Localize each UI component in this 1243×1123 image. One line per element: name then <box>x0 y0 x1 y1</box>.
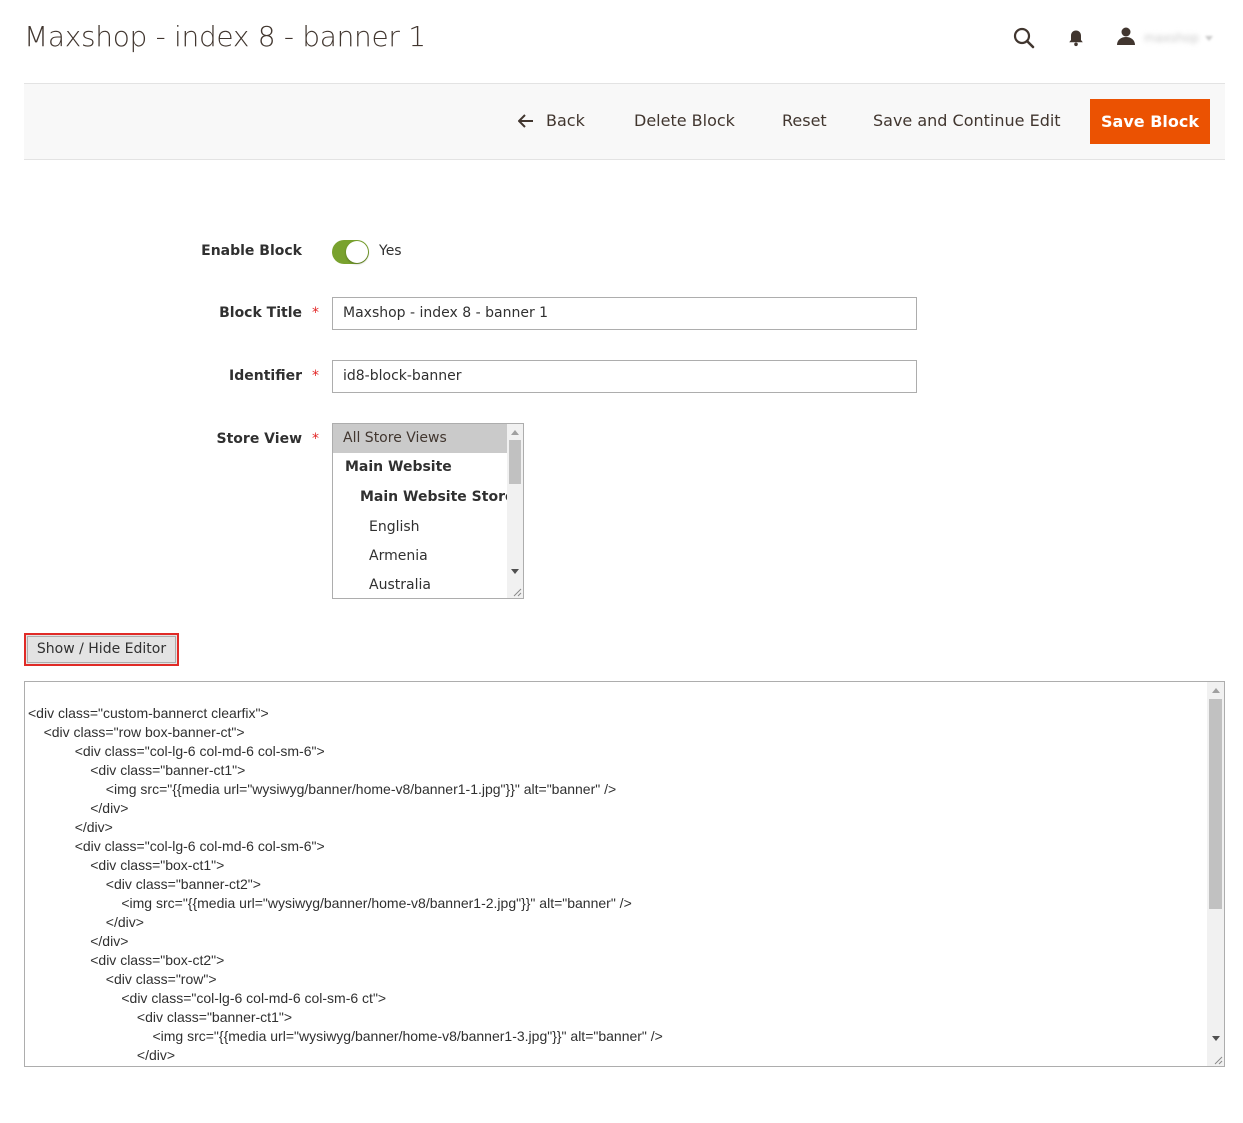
resize-handle-icon[interactable] <box>1213 1055 1223 1065</box>
back-button[interactable]: Back <box>518 98 585 144</box>
enable-block-label: Enable Block <box>201 243 302 259</box>
store-view-multiselect[interactable]: All Store Views Main Website Main Websit… <box>332 423 524 599</box>
content-editor-textarea[interactable]: <div class="custom-bannerct clearfix"> <… <box>24 681 1225 1067</box>
enable-block-toggle[interactable] <box>332 240 369 264</box>
identifier-label: Identifier <box>229 368 302 384</box>
save-and-continue-button[interactable]: Save and Continue Edit <box>873 98 1061 144</box>
chevron-down-icon <box>1205 35 1213 41</box>
toggle-knob <box>346 241 368 263</box>
resize-handle-icon[interactable] <box>512 587 522 597</box>
save-block-button[interactable]: Save Block <box>1090 99 1210 144</box>
search-icon[interactable] <box>1008 22 1040 54</box>
header-actions: maxshop <box>988 22 1213 54</box>
store-view-scrollbar[interactable] <box>507 424 523 598</box>
store-view-option[interactable]: All Store Views <box>333 424 508 453</box>
scrollbar-thumb[interactable] <box>509 440 521 484</box>
store-view-option[interactable]: English <box>333 513 508 542</box>
back-button-label: Back <box>546 111 585 130</box>
reset-button[interactable]: Reset <box>782 98 827 144</box>
store-view-option[interactable]: Main Website Store <box>333 483 514 512</box>
enable-block-state: Yes <box>379 243 402 259</box>
scroll-down-icon[interactable] <box>511 569 519 574</box>
store-view-option[interactable]: Australia <box>333 571 508 598</box>
editor-scrollbar[interactable] <box>1207 682 1224 1066</box>
scroll-up-icon[interactable] <box>511 430 519 435</box>
editor-content[interactable]: <div class="custom-bannerct clearfix"> <… <box>28 704 663 1065</box>
identifier-input[interactable]: id8-block-banner <box>332 360 917 393</box>
arrow-left-icon <box>518 114 533 128</box>
page-title: Maxshop - index 8 - banner 1 <box>24 20 426 53</box>
user-name: maxshop <box>1144 31 1199 45</box>
required-mark: * <box>312 305 319 321</box>
page-actions-bar: Back Delete Block Reset Save and Continu… <box>24 83 1225 160</box>
user-menu[interactable]: maxshop <box>1116 26 1213 50</box>
required-mark: * <box>312 431 319 447</box>
scrollbar-thumb[interactable] <box>1209 699 1222 909</box>
required-mark: * <box>312 368 319 384</box>
block-title-input[interactable]: Maxshop - index 8 - banner 1 <box>332 297 917 330</box>
store-view-option[interactable]: Armenia <box>333 542 508 571</box>
bell-icon[interactable] <box>1060 22 1092 54</box>
scroll-down-icon[interactable] <box>1212 1036 1220 1041</box>
block-title-label: Block Title <box>219 305 302 321</box>
scroll-up-icon[interactable] <box>1212 688 1220 693</box>
show-hide-editor-button[interactable]: Show / Hide Editor <box>24 633 179 666</box>
store-view-label: Store View <box>216 431 302 447</box>
show-hide-editor-label: Show / Hide Editor <box>36 641 167 657</box>
user-icon <box>1116 26 1136 50</box>
store-view-option[interactable]: Main Website <box>333 453 508 482</box>
delete-block-button[interactable]: Delete Block <box>634 98 735 144</box>
